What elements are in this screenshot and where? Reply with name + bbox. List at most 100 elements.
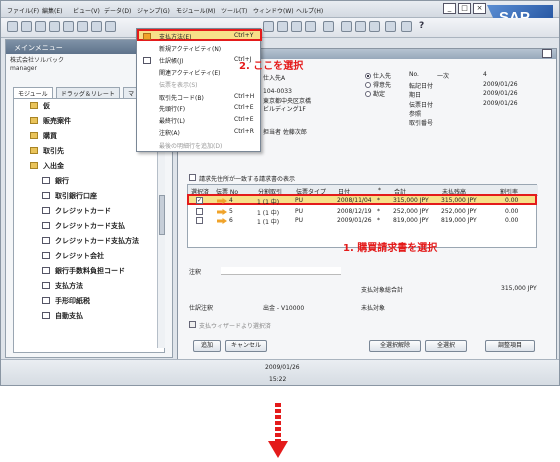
tree-item[interactable]: 入出金 [30,161,64,171]
document-icon [42,222,50,229]
settings-icon[interactable] [355,21,366,32]
document-icon [42,282,50,289]
radio-account[interactable]: 勘定 [365,89,385,98]
menu-item-payment-method[interactable]: 支払方法(E) Ctrl+Y [137,30,260,41]
alert-icon[interactable] [385,21,396,32]
col-flag[interactable]: * [378,187,381,194]
posting-date-value[interactable]: 2009/01/26 [483,81,518,88]
tree-item[interactable]: クレジットカード支払方法 [42,236,139,246]
number-series[interactable]: 一次 [437,71,449,80]
tree-item[interactable]: クレジットカード [42,206,111,216]
tree-item[interactable]: 購買 [30,131,57,141]
menu-help[interactable]: ヘルプ(H) [296,6,323,15]
mail-icon[interactable] [35,21,46,32]
menu-edit[interactable]: 編集(E) [42,6,62,15]
checkbox-icon[interactable] [196,208,203,215]
journal-remarks-label: 仕訳注釈 [189,305,214,312]
filter-icon[interactable] [323,21,334,32]
menu-item-new-activity[interactable]: 新規アクティビティ(N) [137,42,260,53]
close-icon[interactable] [542,49,552,58]
print-icon[interactable] [7,21,18,32]
menu-tools[interactable]: ツール(T) [221,6,247,15]
vendor-name[interactable]: 仕入先A [263,73,285,82]
checkbox-icon[interactable]: ✓ [196,197,203,204]
tree-item[interactable]: クレジット会社 [42,251,104,261]
calculator-icon[interactable] [401,21,412,32]
menu-bar: ファイル(F) 編集(E) ビュー(V) データ(D) ジャンプ(G) モジュー… [1,1,559,18]
number-label: No. [409,71,419,78]
help-icon[interactable]: ? [419,21,424,31]
find-icon[interactable] [91,21,102,32]
tree-item[interactable]: 自動支払 [42,311,83,321]
unpaid-label: 未払対象 [361,305,386,312]
tab-modules[interactable]: モジュール [13,87,53,98]
menu-view[interactable]: ビュー(V) [73,6,100,15]
down-arrow-icon [268,403,288,458]
transaction-number-label: 取引番号 [409,120,434,127]
tree-item[interactable]: 取引銀行口座 [42,191,97,201]
tree-item[interactable]: 販売案件 [30,116,71,126]
tree-item[interactable]: 支払方法 [42,281,83,291]
last-record-icon[interactable] [305,21,316,32]
tree-item[interactable]: 取引先 [30,146,64,156]
menu-item-bp-code[interactable]: 取引先コード(B) Ctrl+H [137,91,260,102]
journal-remarks-value[interactable]: 出金 - V10000 [263,303,304,312]
tree-item[interactable]: 銀行 [42,176,69,186]
tab-drag-relate[interactable]: ドラッグ＆リレート [55,87,120,98]
tree-item[interactable]: クレジットカード支払 [42,221,125,231]
journal-icon [143,57,151,64]
radio-customer[interactable]: 得意先 [365,80,391,89]
radio-vendor[interactable]: 仕入先 [365,71,391,80]
cancel-button[interactable]: キャンセル [225,340,267,352]
table-row[interactable]: 6 1 (1 中) PU 2009/01/26 * 819,000 JPY 81… [187,216,537,226]
tree-item[interactable]: 手形印紙税 [42,296,90,306]
menu-modules[interactable]: モジュール(M) [176,6,215,15]
remarks-label: 注釈 [189,269,202,276]
menu-item-last-row[interactable]: 最終行(L) Ctrl+E [137,114,260,125]
table-row[interactable]: 5 1 (1 中) PU 2008/12/19 * 252,000 JPY 25… [187,207,537,217]
document-date-label: 伝票日付 [409,102,434,109]
form-settings-icon[interactable] [369,21,380,32]
excel-icon[interactable] [49,21,60,32]
contact-person[interactable]: 担当者 佐藤次郎 [263,127,307,136]
folder-icon [30,132,38,139]
folder-icon [30,102,38,109]
scrollbar-thumb[interactable] [159,195,165,235]
due-date-value[interactable]: 2009/01/26 [483,90,518,97]
pdf-icon[interactable] [77,21,88,32]
menu-window[interactable]: ウィンドウ(W) [253,6,294,15]
table-row[interactable]: ✓ 4 1 (1 中) PU 2008/11/04 * 315,000 JPY … [187,196,537,206]
add-button[interactable]: 追加 [193,340,221,352]
tree-item[interactable]: 銀行手数料負担コード [42,266,125,276]
deselect-all-button[interactable]: 全選択解除 [369,340,421,352]
word-icon[interactable] [63,21,74,32]
open-folder-icon [30,162,38,169]
document-date-value[interactable]: 2009/01/26 [483,100,518,107]
add-icon[interactable] [105,21,116,32]
first-record-icon[interactable] [263,21,274,32]
menu-item-remarks[interactable]: 注釈(A) Ctrl+R [137,126,260,137]
menu-goto[interactable]: ジャンプ(G) [137,6,170,15]
checkbox-icon[interactable] [196,217,203,224]
filter-matching-address[interactable]: 請求先住所が一致する請求書の表示 [189,174,295,183]
preview-icon[interactable] [21,21,32,32]
due-date-label: 期日 [409,92,422,99]
reconcile-button[interactable]: 調整項目 [485,340,535,352]
maximize-icon[interactable]: □ [458,3,471,14]
annotation-step-1: 1. 購買請求書を選択 [343,243,438,254]
remarks-field[interactable] [221,267,341,275]
pencil-icon[interactable] [341,21,352,32]
menu-item-first-row[interactable]: 先頭行(F) Ctrl+E [137,102,260,113]
menu-data[interactable]: データ(D) [104,6,131,15]
payment-wizard-checkbox[interactable]: 支払ウィザードより選択済 [189,321,271,330]
window-controls: _ □ × [443,3,488,14]
next-record-icon[interactable] [291,21,302,32]
select-all-button[interactable]: 全選択 [425,340,467,352]
status-date: 2009/01/26 [265,364,300,371]
prev-record-icon[interactable] [277,21,288,32]
menu-file[interactable]: ファイル(F) [7,6,39,15]
tree-item[interactable]: 仮 [30,101,50,111]
close-icon[interactable]: × [473,3,486,14]
minimize-icon[interactable]: _ [443,3,456,14]
annotation-step-2: 2. ここを選択 [239,61,304,72]
